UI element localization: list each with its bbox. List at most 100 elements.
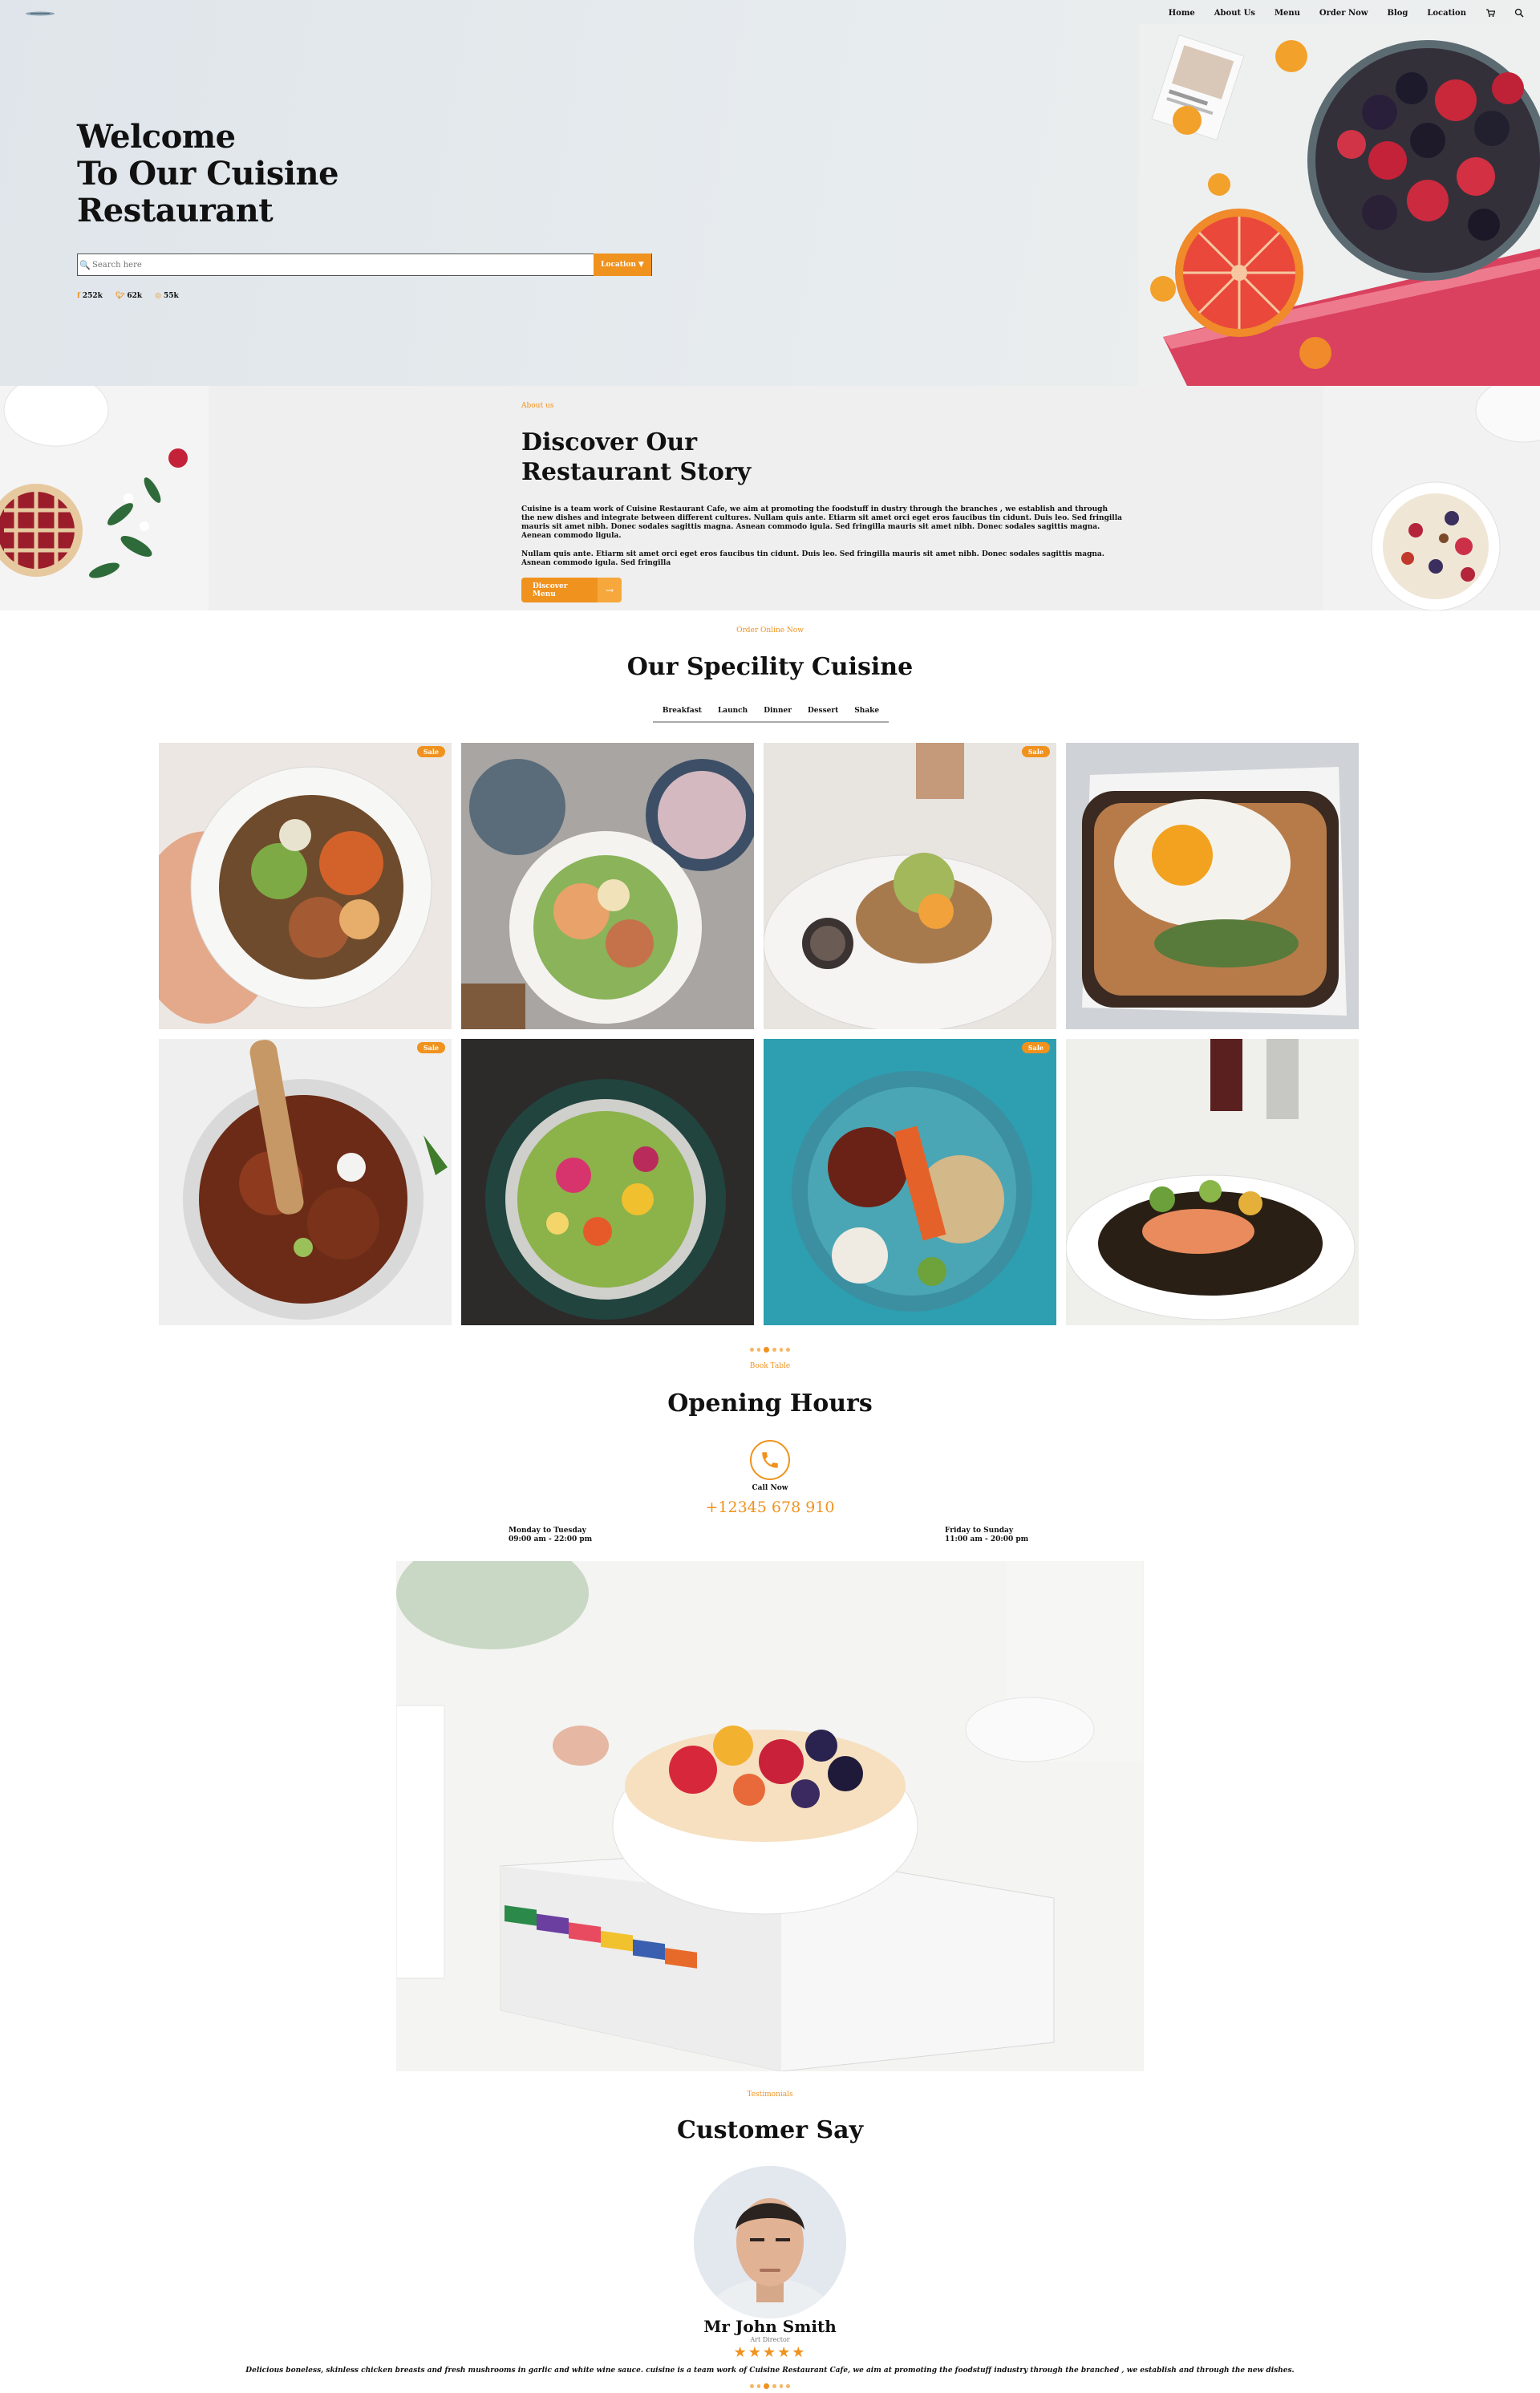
nav-location[interactable]: Location xyxy=(1427,9,1466,18)
cart-icon[interactable] xyxy=(1485,8,1495,18)
dish-carousel-dots xyxy=(750,1347,790,1353)
facebook-icon: f xyxy=(77,292,80,300)
dish-card[interactable] xyxy=(1066,1039,1359,1325)
sale-badge: Sale xyxy=(416,1042,445,1053)
twitter-icon: 🐦︎ xyxy=(115,292,125,300)
nav-home[interactable]: Home xyxy=(1169,9,1195,18)
dish-card[interactable]: Sale xyxy=(159,1039,452,1325)
main-nav: Home About Us Menu Order Now Blog Locati… xyxy=(1169,8,1524,18)
search-bar: 🔍 Location ▼ xyxy=(77,253,652,276)
about-right-food-image xyxy=(1323,386,1540,610)
dish-image xyxy=(764,743,1056,1029)
brand-logo[interactable] xyxy=(24,10,56,18)
about-title: Discover Our Restaurant Story xyxy=(521,428,751,487)
social-instagram[interactable]: ◎ 55k xyxy=(155,292,179,300)
carousel-dot[interactable] xyxy=(756,1348,761,1352)
dish-image xyxy=(461,1039,754,1325)
sale-badge: Sale xyxy=(416,746,445,757)
dish-card[interactable] xyxy=(461,743,754,1029)
carousel-dot[interactable] xyxy=(779,1348,784,1352)
carousel-dot[interactable] xyxy=(786,2384,790,2388)
tab-launch[interactable]: Launch xyxy=(718,707,748,715)
tab-dessert[interactable]: Dessert xyxy=(808,707,838,715)
specialty-kicker: Order Online Now xyxy=(736,627,804,635)
hours-weekday: Monday to Tuesday 09:00 am - 22:00 pm xyxy=(509,1527,592,1544)
location-label: Location xyxy=(601,261,636,269)
about-left-food-image xyxy=(0,386,209,610)
discover-menu-button[interactable]: Discover Menu → xyxy=(521,578,622,602)
nav-blog[interactable]: Blog xyxy=(1387,9,1408,18)
arrow-right-icon: → xyxy=(598,578,622,602)
rating-stars: ★★★★★ xyxy=(733,2344,807,2361)
dish-grid: Sale Sale Sale Sale xyxy=(159,743,1359,1325)
hours-title: Opening Hours xyxy=(667,1389,873,1418)
sale-badge: Sale xyxy=(1021,1042,1050,1053)
carousel-dot[interactable] xyxy=(756,2384,761,2388)
weekday-days: Monday to Tuesday xyxy=(509,1527,586,1535)
dish-image xyxy=(159,743,452,1029)
dish-card[interactable] xyxy=(461,1039,754,1325)
dish-card[interactable]: Sale xyxy=(764,743,1056,1029)
dish-image xyxy=(1066,1039,1359,1325)
dish-card[interactable]: Sale xyxy=(159,743,452,1029)
call-now-label: Call Now xyxy=(752,1484,788,1492)
tab-dinner[interactable]: Dinner xyxy=(764,707,792,715)
social-facebook[interactable]: f 252k xyxy=(77,292,103,300)
tab-breakfast[interactable]: Breakfast xyxy=(663,707,702,715)
search-icon: 🔍 xyxy=(79,259,91,270)
fruit-bowl-cookbook-image xyxy=(396,1561,1144,2071)
social-counts: f 252k 🐦︎ 62k ◎ 55k xyxy=(77,292,179,300)
hero-fruit-image xyxy=(1139,24,1540,386)
menu-tabs: Breakfast Launch Dinner Dessert Shake xyxy=(653,707,889,723)
search-input[interactable] xyxy=(92,254,594,275)
sale-badge: Sale xyxy=(1021,746,1050,757)
discover-menu-label: Discover Menu xyxy=(521,578,598,602)
tab-shake[interactable]: Shake xyxy=(854,707,879,715)
carousel-dot-active[interactable] xyxy=(764,2383,769,2389)
customer-role: Art Director xyxy=(750,2336,790,2343)
dish-image xyxy=(1066,743,1359,1029)
testimonials-title: Customer Say xyxy=(676,2116,864,2144)
carousel-dot[interactable] xyxy=(772,2384,776,2388)
instagram-count: 55k xyxy=(163,292,179,300)
about-title-line-2: Restaurant Story xyxy=(521,458,752,486)
carousel-dot[interactable] xyxy=(750,1348,754,1352)
about-paragraph-2: Nullam quis ante. Etiarm sit amet orci e… xyxy=(521,550,1104,567)
about-kicker: About us xyxy=(521,402,554,410)
nav-menu[interactable]: Menu xyxy=(1275,9,1300,18)
location-dropdown[interactable]: Location ▼ xyxy=(594,253,651,276)
carousel-dot[interactable] xyxy=(772,1348,776,1352)
instagram-icon: ◎ xyxy=(155,292,161,300)
phone-number[interactable]: +12345 678 910 xyxy=(0,1499,1540,1516)
weekend-days: Friday to Sunday xyxy=(945,1527,1014,1535)
search-icon[interactable] xyxy=(1514,8,1524,18)
specialty-title: Our Specility Cuisine xyxy=(626,653,914,681)
dish-image xyxy=(159,1039,452,1325)
testimonial-quote: Delicious boneless, skinless chicken bre… xyxy=(245,2367,1295,2375)
carousel-dot-active[interactable] xyxy=(764,1347,769,1353)
about-section xyxy=(0,386,1540,610)
carousel-dot[interactable] xyxy=(750,2384,754,2388)
phone-icon[interactable] xyxy=(750,1440,790,1480)
hero-title-line-3: Restaurant xyxy=(77,192,274,229)
testimonial-carousel-dots xyxy=(750,2383,790,2389)
weekend-time: 11:00 am - 20:00 pm xyxy=(945,1535,1029,1543)
dish-card[interactable] xyxy=(1066,743,1359,1029)
about-title-line-1: Discover Our xyxy=(521,428,698,456)
carousel-dot[interactable] xyxy=(779,2384,784,2388)
nav-about-us[interactable]: About Us xyxy=(1214,9,1255,18)
nav-order-now[interactable]: Order Now xyxy=(1319,9,1368,18)
facebook-count: 252k xyxy=(82,292,103,300)
dish-card[interactable]: Sale xyxy=(764,1039,1056,1325)
hours-kicker: Book Table xyxy=(749,1362,791,1370)
chevron-down-icon: ▼ xyxy=(638,261,644,269)
weekday-time: 09:00 am - 22:00 pm xyxy=(509,1535,593,1543)
avatar xyxy=(694,2166,846,2318)
about-paragraph-1: Cuisine is a team work of Cuisine Restau… xyxy=(521,505,1122,540)
twitter-count: 62k xyxy=(127,292,143,300)
hero-title-line-1: Welcome xyxy=(77,118,236,156)
carousel-dot[interactable] xyxy=(786,1348,790,1352)
hero-title-line-2: To Our Cuisine xyxy=(77,155,339,193)
testimonials-kicker: Testimonials xyxy=(747,2091,793,2099)
social-twitter[interactable]: 🐦︎ 62k xyxy=(116,292,142,300)
